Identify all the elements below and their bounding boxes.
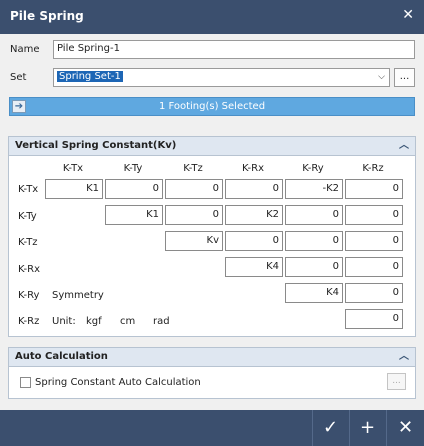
matrix-cell[interactable]: 0	[225, 231, 283, 251]
col-header: K-Ry	[302, 163, 324, 174]
row-header: K-Ry	[18, 290, 40, 301]
chevron-down-icon[interactable]: ⌵	[378, 72, 385, 82]
name-label: Name	[10, 44, 40, 55]
auto-section: Auto Calculation ︿	[8, 347, 416, 399]
matrix-cell[interactable]: 0	[165, 205, 223, 225]
arrow-right-icon[interactable]: ➔	[12, 100, 26, 113]
add-icon[interactable]: +	[349, 410, 385, 446]
matrix-cell[interactable]: K4	[285, 283, 343, 303]
window-title: Pile Spring	[10, 9, 84, 23]
matrix-cell[interactable]: -K2	[285, 179, 343, 199]
chevron-up-icon[interactable]: ︿	[399, 348, 409, 366]
row-header: K-Tx	[18, 184, 39, 195]
cancel-icon[interactable]: ✕	[386, 410, 424, 446]
matrix-cell[interactable]: K1	[45, 179, 103, 199]
title-bar: Pile Spring ✕	[0, 0, 424, 34]
matrix-cell[interactable]: 0	[165, 179, 223, 199]
row-header: K-Rz	[18, 316, 40, 327]
name-input[interactable]: Pile Spring-1	[53, 40, 415, 59]
set-label: Set	[10, 72, 27, 83]
matrix-cell[interactable]: 0	[345, 231, 403, 251]
selection-text: 1 Footing(s) Selected	[158, 101, 266, 112]
set-dropdown-value: Spring Set-1	[57, 71, 123, 82]
matrix-cell[interactable]: 0	[345, 257, 403, 277]
chevron-up-icon[interactable]: ︿	[399, 137, 409, 155]
col-header: K-Rz	[362, 163, 384, 174]
unit-angle: rad	[153, 316, 170, 327]
matrix-cell[interactable]: 0	[285, 231, 343, 251]
matrix-cell[interactable]: 0	[225, 179, 283, 199]
row-header: K-Ty	[18, 211, 37, 222]
col-header: K-Rx	[242, 163, 264, 174]
auto-calc-checkbox[interactable]	[20, 377, 31, 388]
kv-section-title: Vertical Spring Constant(Kv)	[15, 140, 177, 151]
matrix-cell[interactable]: K2	[225, 205, 283, 225]
matrix-cell[interactable]: K4	[225, 257, 283, 277]
auto-calc-label: Spring Constant Auto Calculation	[35, 377, 201, 388]
matrix-cell[interactable]: 0	[285, 257, 343, 277]
auto-calc-browse-button[interactable]: ...	[387, 373, 406, 390]
col-header: K-Tx	[62, 163, 84, 174]
matrix-cell[interactable]: 0	[285, 205, 343, 225]
matrix-cell[interactable]: 0	[345, 309, 403, 329]
close-icon[interactable]: ✕	[402, 7, 414, 23]
unit-length: cm	[120, 316, 136, 327]
auto-section-header[interactable]: Auto Calculation ︿	[9, 348, 415, 367]
auto-section-title: Auto Calculation	[15, 351, 108, 362]
symmetry-label: Symmetry	[52, 290, 104, 301]
matrix-cell[interactable]: 0	[105, 179, 163, 199]
matrix-cell[interactable]: 0	[345, 283, 403, 303]
matrix-cell[interactable]: K1	[105, 205, 163, 225]
row-header: K-Tz	[18, 237, 38, 248]
unit-force: kgf	[86, 316, 102, 327]
col-header: K-Tz	[183, 163, 203, 174]
set-browse-button[interactable]: ...	[394, 68, 415, 87]
row-header: K-Rx	[18, 264, 40, 275]
matrix-cell[interactable]: 0	[345, 205, 403, 225]
unit-label: Unit:	[52, 316, 76, 327]
ok-icon[interactable]: ✓	[312, 410, 348, 446]
selection-bar[interactable]: ➔ 1 Footing(s) Selected	[9, 97, 415, 116]
matrix-cell[interactable]: 0	[345, 179, 403, 199]
action-bar: ✓ + ✕	[0, 410, 424, 446]
matrix-cell[interactable]: Kv	[165, 231, 223, 251]
col-header: K-Ty	[123, 163, 143, 174]
set-dropdown[interactable]: Spring Set-1 ⌵	[53, 68, 390, 87]
kv-section-header[interactable]: Vertical Spring Constant(Kv) ︿	[9, 137, 415, 156]
